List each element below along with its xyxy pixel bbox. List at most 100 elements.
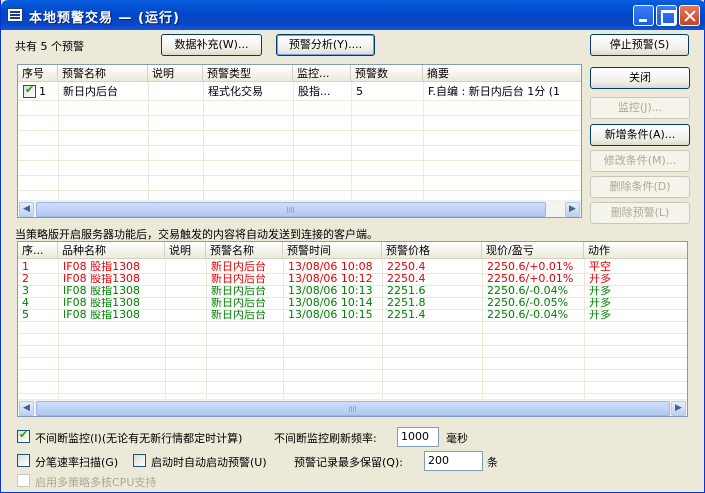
- grid-line: [18, 321, 687, 322]
- col-header-product[interactable]: 品种名称: [58, 242, 165, 259]
- grid-line: [18, 357, 687, 358]
- alert-no: 3: [22, 285, 29, 297]
- alert-product: IF08 股指1308: [63, 273, 141, 285]
- strategy-row[interactable]: 1 新日内后台 程式化交易 股指... 5 F.自编 : 新日内后台 1分 (1: [18, 83, 581, 99]
- close-button[interactable]: 关闭: [590, 67, 690, 89]
- delete-alert-button[interactable]: 删除预警(L): [590, 202, 690, 224]
- grid-line: [18, 297, 687, 298]
- title-bar[interactable]: 本地预警交易 — (运行): [1, 0, 705, 30]
- grid-line: [165, 259, 166, 401]
- auto-start-label[interactable]: 启动时自动启动预警(U): [151, 454, 267, 470]
- col-header-alert-time[interactable]: 预警时间: [283, 242, 382, 259]
- col-header-no[interactable]: 序号: [18, 65, 58, 82]
- tick-scan-checkbox[interactable]: [17, 454, 30, 467]
- alert-name: 新日内后台: [211, 297, 266, 309]
- data-fill-button[interactable]: 数据补充(W)...: [161, 34, 262, 56]
- grid-line: [18, 333, 687, 334]
- col-header-name[interactable]: 预警名称: [58, 65, 148, 82]
- col-header-desc[interactable]: 说明: [165, 242, 206, 259]
- alert-name: 新日内后台: [211, 261, 266, 273]
- strategy-list[interactable]: 序号 预警名称 说明 预警类型 监控... 预警数 摘要 1 新日内后台 程式化…: [17, 64, 582, 218]
- alert-record-row[interactable]: 5 IF08 股指1308 新日内后台 13/08/06 10:15 2251.4 225…: [18, 309, 687, 321]
- alert-record-row[interactable]: 4 IF08 股指1308 新日内后台 13/08/06 10:14 2251.8 225…: [18, 297, 687, 309]
- col-header-pnl[interactable]: 现价/盈亏: [482, 242, 584, 259]
- alert-price: 2251.8: [387, 297, 426, 309]
- strategy-monitor: 股指...: [298, 85, 331, 98]
- col-header-monitor[interactable]: 监控...: [293, 65, 351, 82]
- max-records-label: 预警记录最多保留(Q):: [294, 456, 403, 469]
- continuous-monitor-label[interactable]: 不间断监控(I)(无论有无新行情都定时计算): [35, 430, 242, 446]
- app-icon: [7, 8, 23, 22]
- scroll-right-arrow-icon[interactable]: ▶: [565, 202, 580, 217]
- alert-no: 2: [22, 273, 29, 285]
- max-records-unit: 条: [487, 456, 498, 469]
- col-header-alert-count[interactable]: 预警数: [351, 65, 423, 82]
- alert-list-hscrollbar[interactable]: ◀ ▶: [18, 399, 687, 416]
- alert-no: 1: [22, 261, 29, 273]
- auto-start-checkbox[interactable]: [133, 454, 146, 467]
- monitor-button[interactable]: 监控(J)...: [590, 97, 690, 119]
- strategy-row-checkbox[interactable]: [23, 83, 36, 98]
- alert-time: 13/08/06 10:13: [288, 285, 373, 297]
- col-header-alert-name[interactable]: 预警名称: [206, 242, 283, 259]
- col-header-summary[interactable]: 摘要: [423, 65, 581, 82]
- col-header-action[interactable]: 动作: [584, 242, 687, 259]
- refresh-frequency-input[interactable]: 1000: [397, 427, 439, 447]
- alert-action: 开多: [589, 309, 611, 321]
- alert-price: 2251.6: [387, 285, 426, 297]
- alert-action: 开多: [589, 273, 611, 285]
- grid-line: [18, 145, 581, 146]
- maximize-button[interactable]: [656, 5, 677, 26]
- alert-trading-window: 本地预警交易 — (运行) 共有 5 个预警 数据补充(W)... 预警分析(Y…: [0, 0, 705, 493]
- multicore-label[interactable]: 启用多策略多核CPU支持: [35, 474, 156, 490]
- grid-line: [18, 285, 687, 286]
- alert-price: 2251.4: [387, 309, 426, 321]
- scroll-thumb[interactable]: [36, 401, 670, 416]
- alert-no: 5: [22, 309, 29, 321]
- grid-line: [18, 100, 581, 101]
- multicore-checkbox[interactable]: [17, 474, 30, 487]
- alert-record-row[interactable]: 3 IF08 股指1308 新日内后台 13/08/06 10:13 2251.6 225…: [18, 285, 687, 297]
- alert-product: IF08 股指1308: [63, 309, 141, 321]
- alert-pnl: 2250.6/-0.05%: [487, 297, 569, 309]
- tick-scan-label[interactable]: 分笔速率扫描(G): [35, 454, 118, 470]
- col-header-alert-price[interactable]: 预警价格: [382, 242, 482, 259]
- grid-line: [18, 115, 581, 116]
- strategy-name: 新日内后台: [63, 85, 118, 98]
- strategy-type: 程式化交易: [208, 85, 263, 98]
- col-header-no[interactable]: 序...: [18, 242, 58, 259]
- col-header-desc[interactable]: 说明: [148, 65, 203, 82]
- refresh-frequency-label: 不间断监控刷新频率:: [274, 432, 377, 445]
- minimize-button[interactable]: [633, 5, 654, 26]
- stop-alert-button[interactable]: 停止预警(S): [590, 34, 689, 56]
- scroll-right-arrow-icon[interactable]: ▶: [671, 401, 686, 416]
- alert-product: IF08 股指1308: [63, 285, 141, 297]
- alert-price: 2250.4: [387, 273, 426, 285]
- grid-line: [584, 259, 585, 401]
- scroll-left-arrow-icon[interactable]: ◀: [19, 202, 34, 217]
- grid-line: [18, 175, 581, 176]
- scroll-thumb[interactable]: [36, 202, 546, 217]
- alert-action: 开多: [589, 297, 611, 309]
- max-records-input[interactable]: 200: [424, 451, 483, 471]
- close-window-button[interactable]: [679, 5, 700, 26]
- alert-record-row[interactable]: 1 IF08 股指1308 新日内后台 13/08/06 10:08 2250.4 225…: [18, 261, 687, 273]
- alert-time: 13/08/06 10:14: [288, 297, 373, 309]
- alert-analysis-button[interactable]: 预警分析(Y)....: [276, 34, 375, 56]
- grid-line: [206, 259, 207, 401]
- alert-record-row[interactable]: 2 IF08 股指1308 新日内后台 13/08/06 10:12 2250.4 225…: [18, 273, 687, 285]
- strategy-list-hscrollbar[interactable]: ◀ ▶: [18, 200, 581, 217]
- add-condition-button[interactable]: 新增条件(A)...: [590, 124, 690, 146]
- alert-product: IF08 股指1308: [63, 261, 141, 273]
- grid-line: [18, 309, 687, 310]
- continuous-monitor-checkbox[interactable]: [17, 428, 30, 443]
- col-header-type[interactable]: 预警类型: [203, 65, 293, 82]
- alert-time: 13/08/06 10:12: [288, 273, 373, 285]
- scroll-left-arrow-icon[interactable]: ◀: [19, 401, 34, 416]
- edit-condition-button[interactable]: 修改条件(M)...: [590, 150, 690, 172]
- strategy-list-header: 序号 预警名称 说明 预警类型 监控... 预警数 摘要: [18, 65, 581, 82]
- grid-line: [18, 345, 687, 346]
- alert-records-list[interactable]: 序... 品种名称 说明 预警名称 预警时间 预警价格 现价/盈亏 动作 1 IF…: [17, 241, 688, 417]
- delete-condition-button[interactable]: 删除条件(D): [590, 176, 690, 198]
- grid-line: [283, 259, 284, 401]
